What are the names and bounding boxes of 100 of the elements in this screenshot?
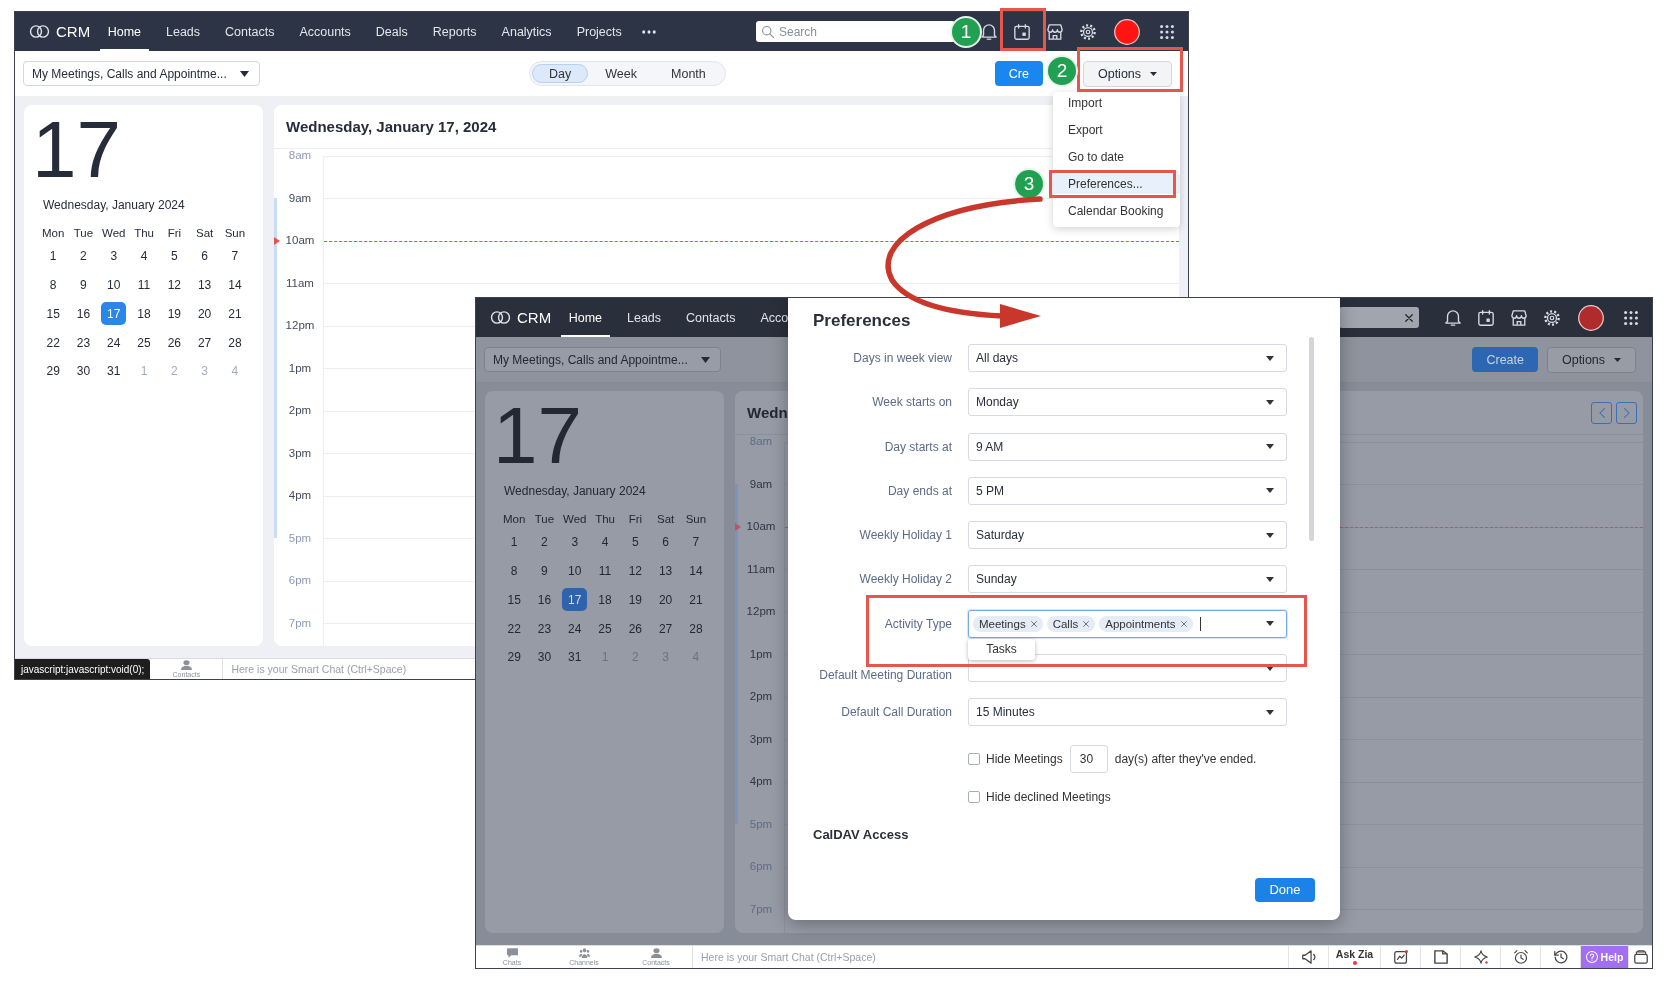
calendar-day[interactable]: 19 (622, 588, 648, 612)
nav-tab[interactable]: Leads (619, 298, 670, 337)
calendar-day[interactable]: 21 (222, 302, 248, 326)
calendar-day[interactable]: 27 (192, 331, 218, 355)
options-button[interactable]: Options (1083, 60, 1172, 87)
calendar-day[interactable]: 2 (70, 244, 96, 268)
nav-tab[interactable]: Leads (158, 12, 209, 51)
calendar-day[interactable]: 16 (531, 588, 557, 612)
calendar-day[interactable]: 7 (683, 530, 709, 554)
calendar-day[interactable]: 1 (40, 244, 66, 268)
calendar-day[interactable]: 14 (683, 559, 709, 583)
ask-assistant-button[interactable]: Ask Zia (1328, 946, 1380, 968)
calendar-day[interactable]: 23 (70, 331, 96, 355)
calendar-icon[interactable] (1478, 309, 1494, 326)
search-field[interactable] (1339, 307, 1419, 328)
calendar-day[interactable]: 25 (592, 617, 618, 641)
calendar-day[interactable]: 14 (222, 273, 248, 297)
calendar-day[interactable]: 13 (192, 273, 218, 297)
view-tab[interactable]: Day (532, 64, 589, 83)
calendar-day[interactable]: 28 (683, 617, 709, 641)
menu-item[interactable]: Calendar Booking (1053, 201, 1180, 221)
select-field[interactable]: 5 PM (968, 476, 1287, 505)
calendar-icon[interactable] (1014, 23, 1030, 40)
calendar-day[interactable]: 31 (101, 359, 127, 383)
scrollbar-thumb[interactable] (1309, 337, 1314, 541)
clear-icon[interactable] (1405, 313, 1413, 322)
calendar-day[interactable]: 28 (222, 331, 248, 355)
calendar-day[interactable]: 15 (40, 302, 66, 326)
checkbox[interactable] (968, 790, 980, 803)
bell-icon[interactable] (1445, 309, 1461, 326)
calendar-day[interactable]: 29 (40, 359, 66, 383)
calendar-day[interactable]: 20 (192, 302, 218, 326)
calendar-day[interactable]: 17 (562, 588, 588, 612)
calendar-day[interactable]: 31 (562, 645, 588, 669)
calendar-day[interactable]: 18 (592, 588, 618, 612)
avatar-icon[interactable] (1114, 18, 1140, 45)
nav-tab[interactable]: Deals (367, 12, 416, 51)
calendar-day[interactable]: 12 (161, 273, 187, 297)
view-tab[interactable]: Month (654, 64, 723, 83)
calendar-day[interactable]: 27 (653, 617, 679, 641)
calendar-day[interactable]: 30 (531, 645, 557, 669)
calendar-day[interactable]: 10 (562, 559, 588, 583)
options-button[interactable]: Options (1547, 346, 1636, 373)
calendar-day[interactable]: 29 (501, 645, 527, 669)
menu-item[interactable]: Export (1053, 120, 1180, 140)
calendar-day[interactable]: 20 (653, 588, 679, 612)
more-icon[interactable] (642, 29, 657, 34)
menu-item[interactable]: Tasks (986, 642, 1017, 657)
remove-icon[interactable] (1180, 620, 1187, 627)
calendar-day[interactable]: 9 (70, 273, 96, 297)
view-tab[interactable]: Week (588, 64, 655, 83)
calendar-day[interactable]: 15 (501, 588, 527, 612)
settings-icon[interactable] (1080, 23, 1096, 40)
menu-item[interactable]: Go to date (1053, 147, 1180, 167)
calendar-day[interactable]: 24 (101, 331, 127, 355)
filter-dropdown[interactable]: My Meetings, Calls and Appointme... (484, 347, 721, 372)
nav-tab[interactable]: Projects (568, 12, 630, 51)
calendar-day[interactable]: 13 (653, 559, 679, 583)
apps-grid-icon[interactable] (1624, 310, 1638, 325)
calendar-day[interactable]: 11 (131, 273, 157, 297)
store-icon[interactable] (1047, 23, 1063, 40)
calendar-day[interactable]: 18 (131, 302, 157, 326)
calendar-day[interactable]: 3 (562, 530, 588, 554)
calendar-day[interactable]: 8 (40, 273, 66, 297)
remove-icon[interactable] (1030, 620, 1037, 627)
nav-tab[interactable]: Contacts (217, 12, 283, 51)
calendar-day[interactable]: 25 (131, 331, 157, 355)
calendar-day[interactable]: 1 (501, 530, 527, 554)
select-field[interactable]: 15 Minutes (968, 698, 1287, 727)
calendar-day[interactable]: 12 (622, 559, 648, 583)
calendar-day[interactable]: 10 (101, 273, 127, 297)
calendar-day[interactable]: 26 (161, 331, 187, 355)
bell-icon[interactable] (981, 23, 997, 40)
nav-tab[interactable]: Accounts (291, 12, 359, 51)
calendar-day[interactable]: 2 (531, 530, 557, 554)
avatar-icon[interactable] (1578, 304, 1604, 331)
remove-icon[interactable] (1083, 620, 1090, 627)
menu-item[interactable]: Preferences... (1053, 174, 1180, 194)
select-field[interactable]: 9 AM (968, 432, 1287, 461)
store-icon[interactable] (1511, 309, 1527, 326)
nav-tab[interactable]: Analytics (493, 12, 560, 51)
calendar-day[interactable]: 17 (101, 302, 127, 326)
done-button[interactable]: Done (1255, 877, 1315, 902)
settings-icon[interactable] (1544, 309, 1560, 326)
checkbox[interactable] (968, 752, 980, 765)
select-field[interactable]: Sunday (968, 565, 1287, 594)
calendar-day[interactable]: 24 (562, 617, 588, 641)
calendar-day[interactable]: 21 (683, 588, 709, 612)
apps-grid-icon[interactable] (1160, 24, 1174, 39)
calendar-day[interactable]: 11 (592, 559, 618, 583)
calendar-day[interactable]: 23 (531, 617, 557, 641)
select-field[interactable]: Monday (968, 388, 1287, 417)
calendar-day[interactable]: 16 (70, 302, 96, 326)
calendar-day[interactable]: 5 (622, 530, 648, 554)
calendar-day[interactable]: 7 (222, 244, 248, 268)
create-button[interactable]: Create (1472, 347, 1538, 372)
calendar-day[interactable]: 9 (531, 559, 557, 583)
calendar-day[interactable]: 26 (622, 617, 648, 641)
calendar-day[interactable]: 22 (501, 617, 527, 641)
calendar-day[interactable]: 4 (592, 530, 618, 554)
